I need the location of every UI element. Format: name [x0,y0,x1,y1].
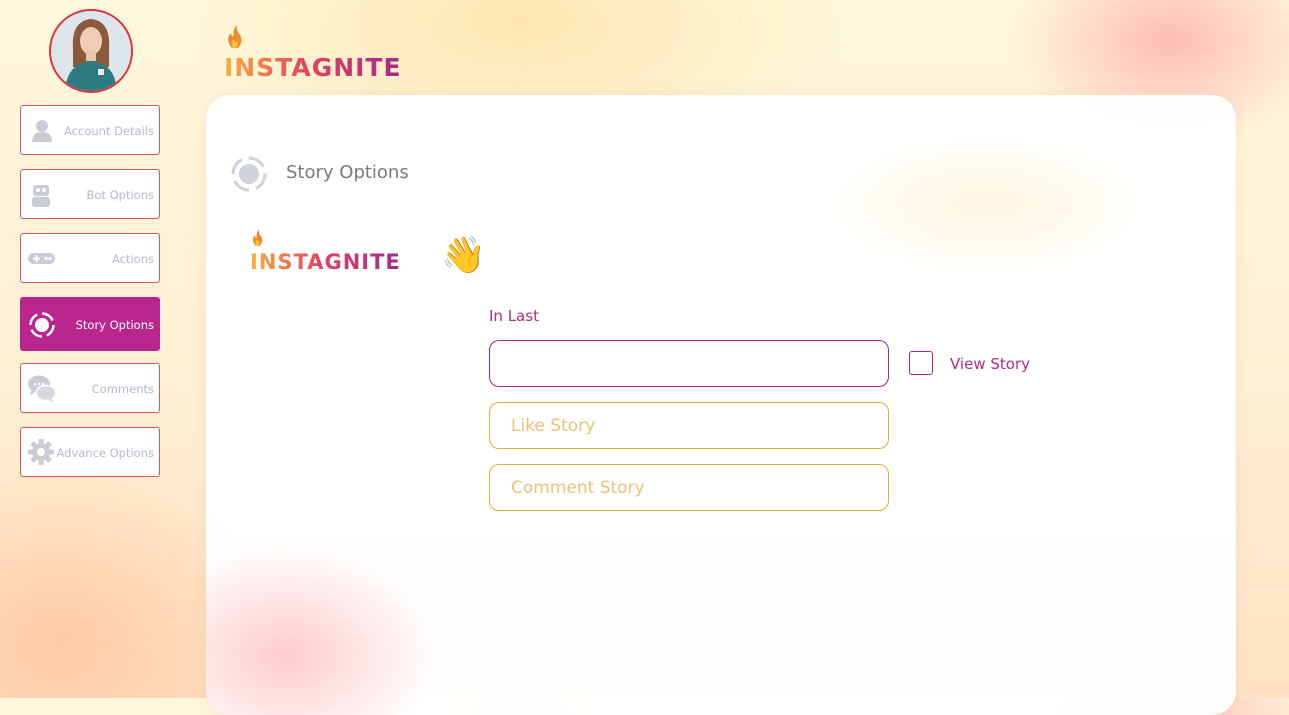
robot-icon [27,180,57,210]
gamepad-icon [27,244,57,274]
sidebar-item-actions[interactable]: Actions [20,233,160,283]
comment-story-input[interactable] [489,464,889,511]
user-icon [27,116,57,146]
avatar-image [51,11,131,91]
like-story-input[interactable] [489,402,889,449]
card-logo: INSTAGNITE [250,228,400,276]
sidebar-item-label: Bot Options [86,188,154,202]
sidebar-item-label: Actions [111,252,154,266]
sidebar-item-label: Story Options [75,318,154,332]
in-last-input[interactable] [489,340,889,387]
sidebar-item-bot-options[interactable]: Bot Options [20,169,160,219]
sidebar: Account Details Bot Options Actions Stor… [0,0,180,698]
flame-icon [252,229,263,246]
sidebar-item-account-details[interactable]: Account Details [20,105,160,155]
logo-text: INSTAGNITE [224,53,402,82]
avatar[interactable] [49,9,133,93]
sidebar-item-label: Comments [91,382,154,396]
sidebar-item-story-options[interactable]: Story Options [20,297,160,351]
view-story-checkbox[interactable] [909,351,933,375]
waving-hand-icon: 👋 [441,235,486,276]
page-title: Story Options [286,162,409,183]
app-logo[interactable]: INSTAGNITE [224,24,404,84]
sidebar-item-advance-options[interactable]: Advance Options [20,427,160,477]
story-icon [230,155,268,193]
sidebar-item-label: Account Details [64,124,154,138]
sidebar-item-comments[interactable]: Comments [20,363,160,413]
sidebar-item-label: Advance Options [56,446,154,460]
flame-icon [228,25,242,48]
comments-icon [27,374,57,404]
view-story-label[interactable]: View Story [950,355,1030,373]
logo-text: INSTAGNITE [250,250,401,274]
in-last-label: In Last [489,307,539,325]
gear-icon [27,438,57,468]
story-icon [27,310,57,340]
